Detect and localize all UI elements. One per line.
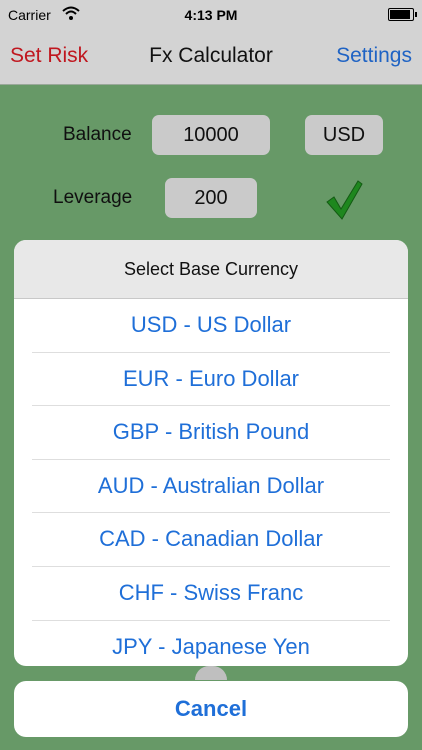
action-sheet-title: Select Base Currency <box>14 240 408 299</box>
settings-button[interactable]: Settings <box>336 44 412 68</box>
option-chf[interactable]: CHF - Swiss Franc <box>32 567 390 621</box>
battery-icon <box>388 8 417 21</box>
currency-action-sheet: Select Base Currency USD - US Dollar EUR… <box>14 240 408 666</box>
option-usd[interactable]: USD - US Dollar <box>32 299 390 353</box>
option-aud[interactable]: AUD - Australian Dollar <box>32 460 390 514</box>
option-jpy[interactable]: JPY - Japanese Yen <box>32 621 390 666</box>
option-gbp[interactable]: GBP - British Pound <box>32 406 390 460</box>
option-cad[interactable]: CAD - Canadian Dollar <box>32 513 390 567</box>
status-time: 4:13 PM <box>184 7 238 23</box>
status-bar: Carrier 4:13 PM <box>0 0 422 30</box>
cancel-button[interactable]: Cancel <box>14 681 408 737</box>
navigation-bar: Set Risk Fx Calculator Settings <box>0 30 422 85</box>
option-eur[interactable]: EUR - Euro Dollar <box>32 353 390 407</box>
